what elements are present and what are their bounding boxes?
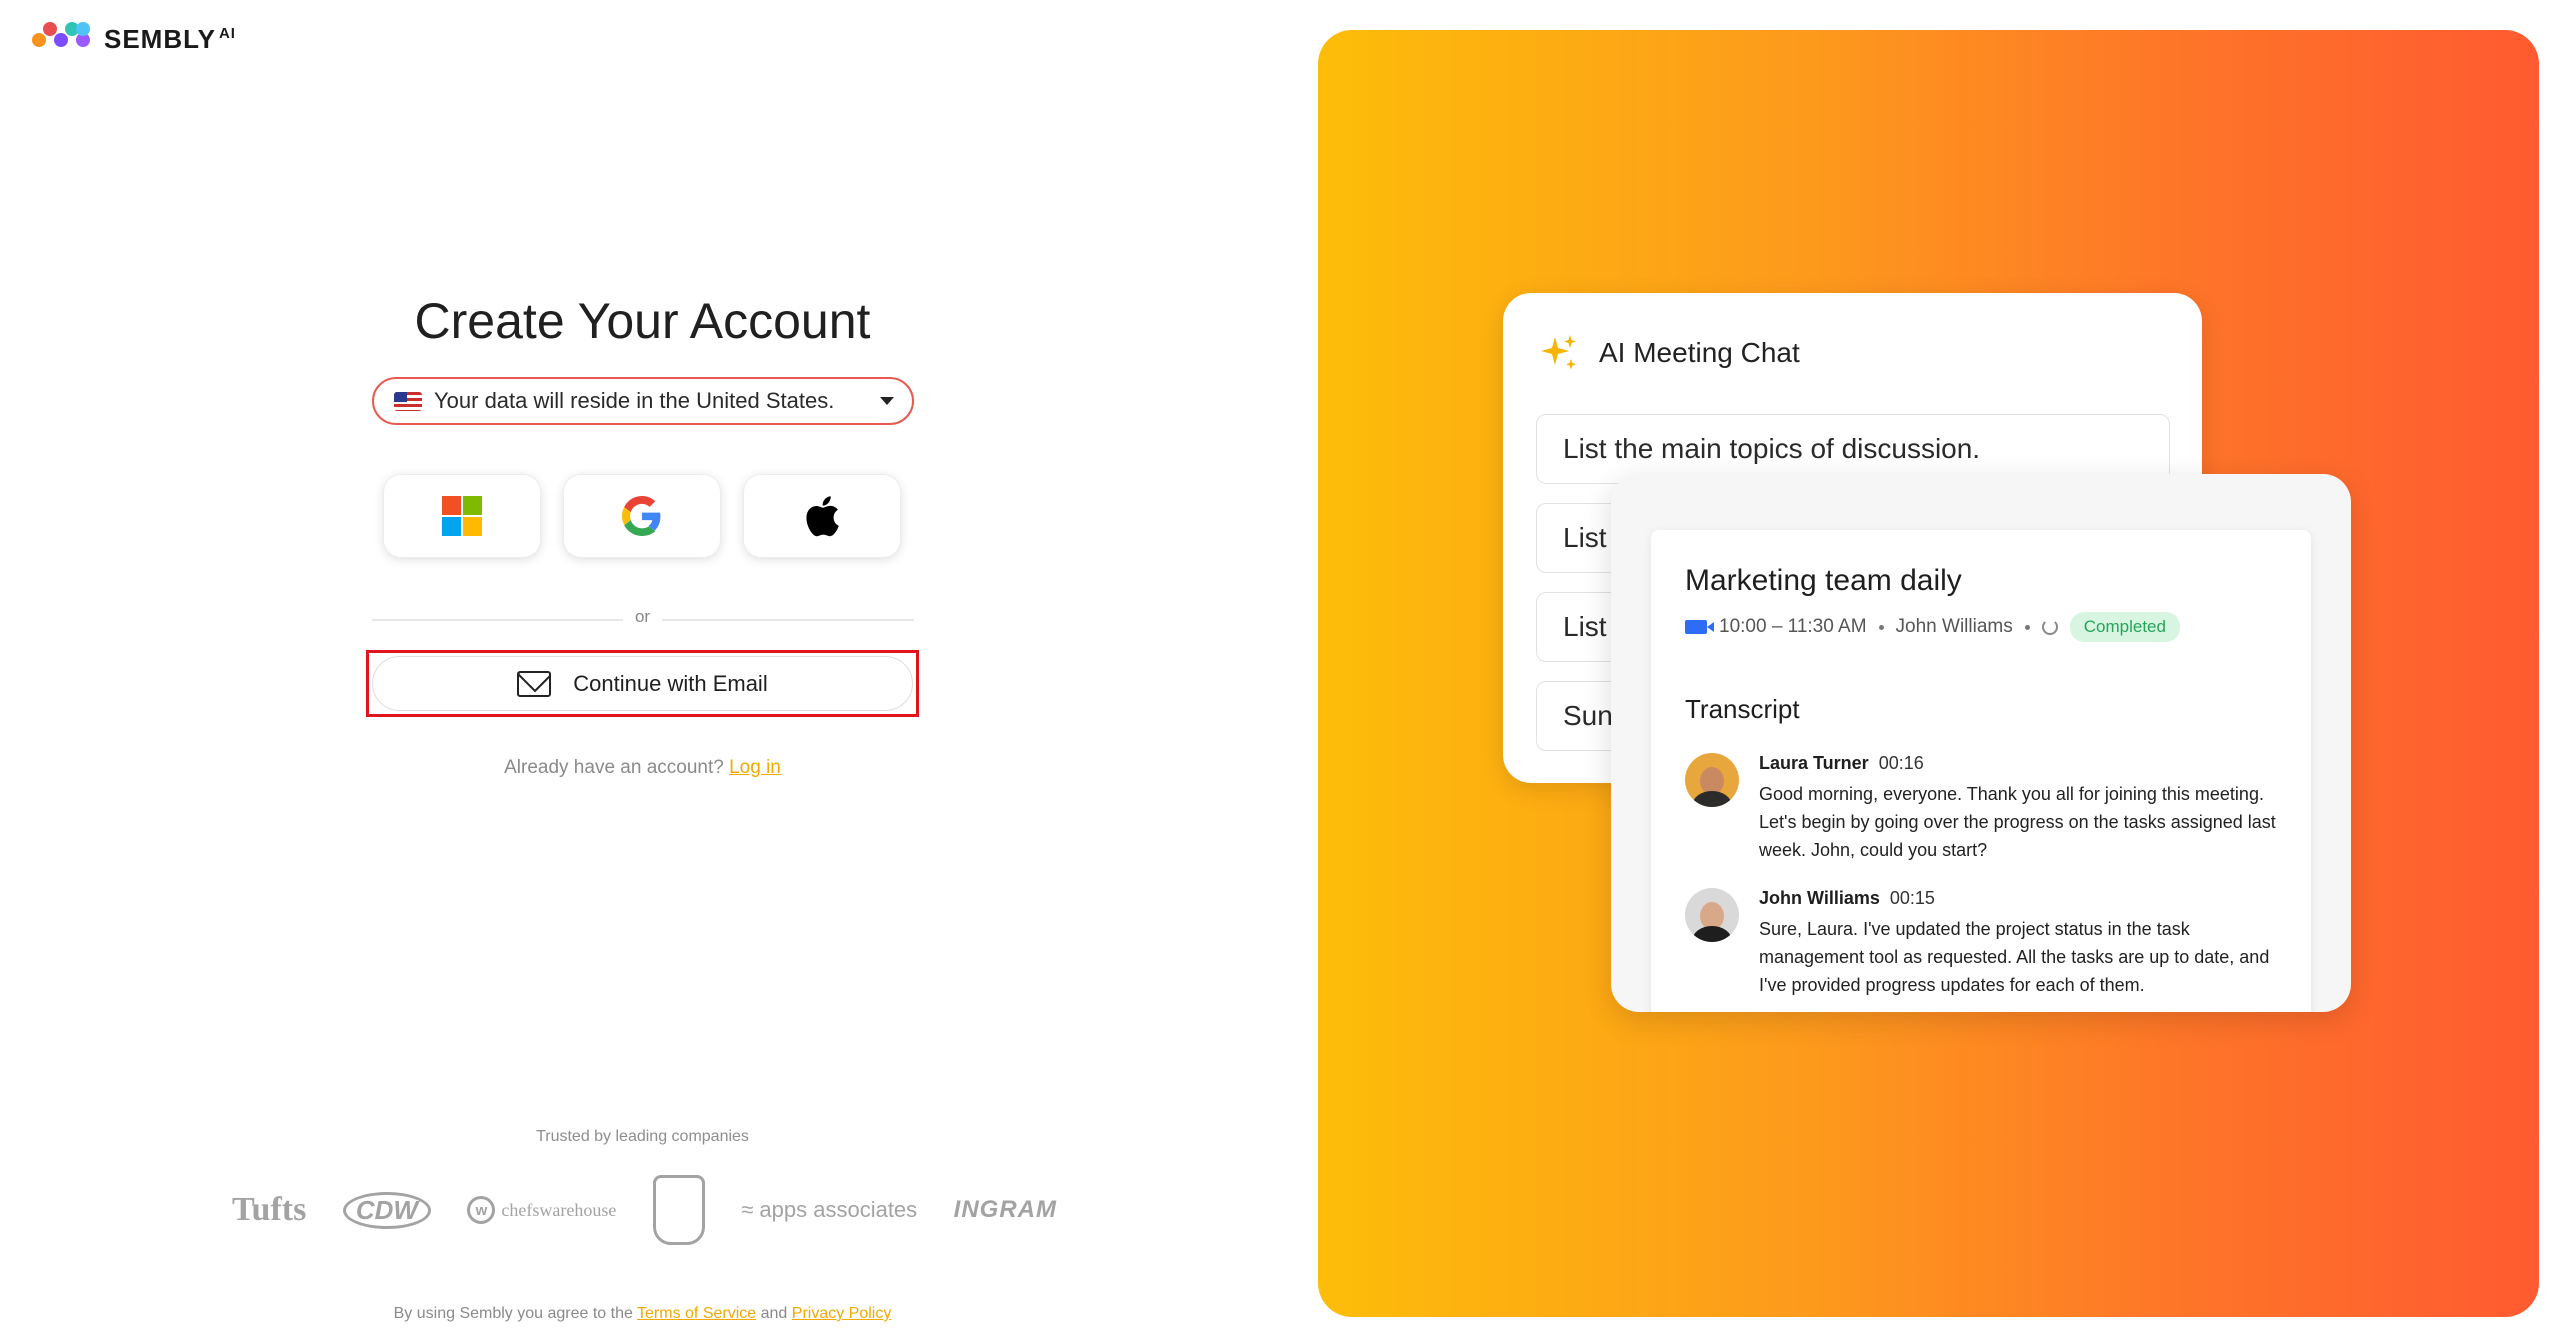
login-link[interactable]: Log in <box>729 757 781 778</box>
apps-associates-logo: ≈ apps associates <box>741 1197 917 1223</box>
or-separator: or <box>0 607 1285 627</box>
meeting-host: John Williams <box>1895 616 2013 637</box>
or-label: or <box>622 607 663 626</box>
speaker-time: 00:15 <box>1889 888 1935 908</box>
transcript-heading: Transcript <box>1685 694 1800 724</box>
apps-associates-mark-icon: ≈ <box>741 1197 754 1222</box>
avatar <box>1685 888 1739 942</box>
us-flag-icon <box>394 391 422 411</box>
chat-title: AI Meeting Chat <box>1599 337 1800 368</box>
speaker-time: 00:16 <box>1878 753 1924 773</box>
google-icon <box>622 496 661 536</box>
brand-name-text: SEMBLY <box>104 23 216 54</box>
speaker-line: John Williams 00:15 <box>1759 888 2279 909</box>
meeting-title: Marketing team daily <box>1685 564 1962 597</box>
brand-logo[interactable]: SEMBLY AI <box>32 22 236 56</box>
legal-and: and <box>760 1305 788 1322</box>
apple-icon <box>806 496 839 537</box>
chevron-down-icon <box>880 397 894 405</box>
ingram-logo: INGRAM <box>953 1196 1057 1223</box>
terms-link[interactable]: Terms of Service <box>637 1305 756 1322</box>
separator-dot <box>2024 624 2030 630</box>
sso-buttons <box>383 474 901 558</box>
transcript-text: Good morning, everyone. Thank you all fo… <box>1759 784 2276 860</box>
sparkle-icon <box>1541 335 1576 370</box>
video-camera-icon <box>1685 620 1714 634</box>
chefswarehouse-mark-icon: w <box>467 1196 496 1224</box>
company-logos: Tufts CDW w chefswarehouse ≈ apps associ… <box>232 1175 1057 1245</box>
data-region-select[interactable]: Your data will reside in the United Stat… <box>372 377 914 425</box>
sembly-logo-icon <box>32 22 92 56</box>
cdw-logo: CDW <box>342 1191 431 1229</box>
transcript-entry: John Williams 00:15 Sure, Laura. I've upd… <box>1685 888 2277 999</box>
transcript-text: Sure, Laura. I've updated the project st… <box>1759 919 2270 995</box>
login-prompt-text: Already have an account? <box>504 757 724 778</box>
continue-with-email-button[interactable]: Continue with Email <box>372 656 913 711</box>
separator-dot <box>1878 624 1884 630</box>
chat-header: AI Meeting Chat <box>1539 333 1800 373</box>
apple-signin-button[interactable] <box>743 474 901 558</box>
speaker-line: Laura Turner 00:16 <box>1759 753 2279 774</box>
mail-icon <box>517 670 552 697</box>
apps-associates-text: apps associates <box>759 1197 918 1222</box>
shield-logo <box>652 1175 705 1245</box>
microsoft-signin-button[interactable] <box>383 474 541 558</box>
chefswarehouse-text: chefswarehouse <box>501 1199 617 1220</box>
avatar <box>1685 753 1739 807</box>
legal-prefix: By using Sembly you agree to the <box>393 1305 633 1322</box>
trusted-label: Trusted by leading companies <box>536 1128 749 1145</box>
speaker-name: John Williams <box>1759 888 1880 908</box>
meeting-meta: 10:00 – 11:30 AM John Williams Completed <box>1685 612 2277 642</box>
meeting-card: Marketing team daily 10:00 – 11:30 AM Jo… <box>1611 474 2351 1012</box>
login-prompt: Already have an account? Log in <box>0 757 1285 779</box>
brand-suffix: AI <box>218 24 236 42</box>
privacy-link[interactable]: Privacy Policy <box>792 1305 892 1322</box>
region-text: Your data will reside in the United Stat… <box>434 388 835 413</box>
microsoft-icon <box>442 496 482 536</box>
speaker-name: Laura Turner <box>1759 753 1869 773</box>
google-signin-button[interactable] <box>563 474 721 558</box>
page-title: Create Your Account <box>414 293 871 349</box>
tufts-logo: Tufts <box>232 1191 307 1228</box>
meeting-details: Marketing team daily 10:00 – 11:30 AM Jo… <box>1651 530 2311 1012</box>
brand-name: SEMBLY AI <box>104 24 236 55</box>
transcript-entry: Laura Turner 00:16 Good morning, everyone… <box>1685 753 2277 864</box>
chefswarehouse-logo: w chefswarehouse <box>467 1196 616 1224</box>
status-badge: Completed <box>2069 612 2180 642</box>
legal-notice: By using Sembly you agree to the Terms o… <box>0 1305 1285 1323</box>
sync-icon <box>2041 619 2058 635</box>
email-button-label: Continue with Email <box>573 670 768 696</box>
meeting-time: 10:00 – 11:30 AM <box>1719 616 1867 637</box>
